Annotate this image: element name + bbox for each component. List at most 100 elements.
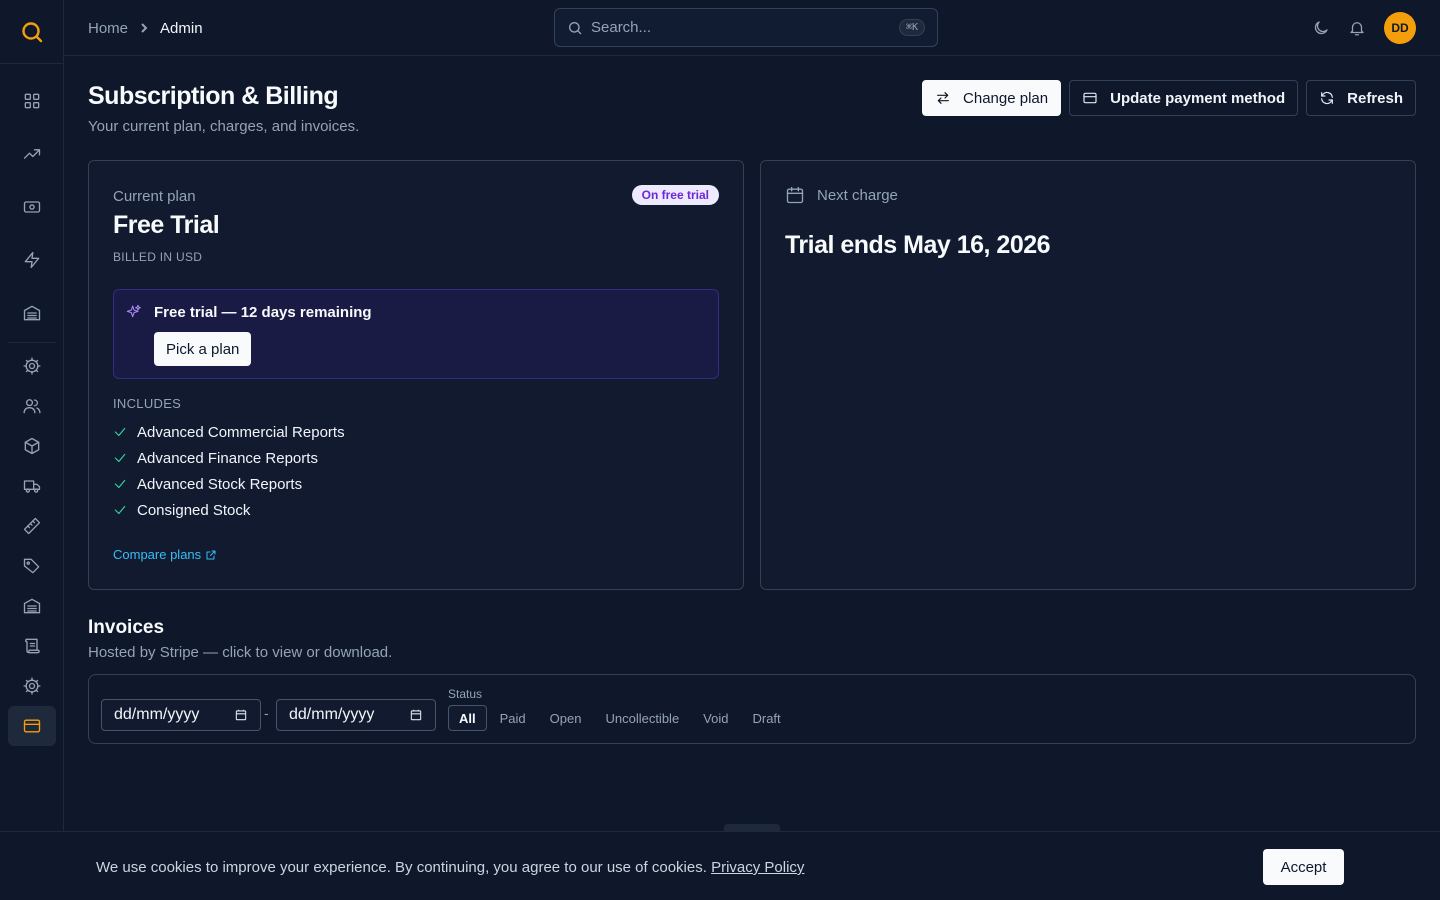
check-icon — [114, 453, 126, 463]
date-from-input[interactable]: dd/mm/yyyy — [101, 699, 261, 731]
avatar[interactable]: DD — [1384, 12, 1416, 44]
sidebar-item-shipping[interactable] — [8, 466, 56, 506]
invoices-subtitle: Hosted by Stripe — click to view or down… — [88, 644, 393, 661]
calendar-icon — [786, 186, 804, 204]
ruler-icon — [23, 517, 41, 535]
check-icon — [114, 427, 126, 437]
topbar-actions: DD — [1312, 0, 1416, 56]
sidebar-item-automation[interactable] — [8, 233, 56, 286]
sidebar — [0, 0, 64, 900]
refresh-button[interactable]: Refresh — [1306, 80, 1416, 116]
sidebar-item-products[interactable] — [8, 426, 56, 466]
gear-icon — [23, 357, 41, 375]
trial-notice: Free trial — 12 days remaining Pick a pl… — [113, 289, 719, 379]
feature-label: Consigned Stock — [137, 501, 251, 519]
privacy-policy-link[interactable]: Privacy Policy — [711, 859, 804, 876]
list-item: Advanced Finance Reports — [113, 445, 345, 471]
sidebar-item-measurements[interactable] — [8, 506, 56, 546]
list-item: Advanced Stock Reports — [113, 471, 345, 497]
trial-remaining-text: Free trial — 12 days remaining — [154, 304, 372, 321]
invoice-filters: dd/mm/yyyy - dd/mm/yyyy Status All Paid … — [88, 674, 1416, 744]
cookie-text: We use cookies to improve your experienc… — [96, 859, 707, 876]
calendar-icon[interactable] — [234, 708, 248, 722]
credit-card-icon — [23, 719, 41, 733]
refresh-label: Refresh — [1347, 89, 1403, 107]
ledger-icon — [25, 638, 40, 654]
current-plan-card: Current plan On free trial Free Trial BI… — [88, 160, 744, 590]
update-payment-method-button[interactable]: Update payment method — [1069, 80, 1299, 116]
users-icon — [23, 399, 41, 414]
sidebar-item-admin-settings[interactable] — [8, 666, 56, 706]
pick-a-plan-button[interactable]: Pick a plan — [154, 332, 252, 366]
warehouse-icon — [23, 598, 41, 614]
feature-list: Advanced Commercial Reports Advanced Fin… — [113, 419, 345, 523]
status-filter-label: Status — [448, 687, 483, 701]
refresh-icon — [1321, 91, 1334, 105]
compare-plans-link[interactable]: Compare plans — [113, 547, 217, 562]
list-item: Advanced Commercial Reports — [113, 419, 345, 445]
check-icon — [114, 479, 126, 489]
status-tab-paid[interactable]: Paid — [489, 705, 537, 731]
search-logo-icon — [22, 21, 43, 42]
sidebar-item-finance[interactable] — [8, 180, 56, 233]
sidebar-item-pricing[interactable] — [8, 546, 56, 586]
swap-arrows-icon — [937, 92, 949, 104]
date-range-separator: - — [264, 705, 269, 721]
sidebar-divider — [8, 342, 56, 343]
gear-icon — [23, 677, 41, 695]
change-plan-button[interactable]: Change plan — [922, 80, 1062, 116]
status-tab-void[interactable]: Void — [692, 705, 739, 731]
breadcrumb: Home Admin — [88, 0, 203, 56]
calendar-icon[interactable] — [409, 708, 423, 722]
cash-icon — [23, 200, 41, 213]
moon-icon[interactable] — [1312, 19, 1330, 37]
sidebar-item-users[interactable] — [8, 386, 56, 426]
breadcrumb-current: Admin — [160, 19, 203, 37]
search-input[interactable] — [591, 19, 891, 36]
feature-label: Advanced Commercial Reports — [137, 423, 345, 441]
external-link-icon — [206, 550, 216, 559]
topbar: Home Admin ⌘K DD — [64, 0, 1440, 56]
breadcrumb-home-link[interactable]: Home — [88, 20, 128, 37]
search-shortcut-badge: ⌘K — [898, 19, 925, 36]
date-from-placeholder: dd/mm/yyyy — [114, 706, 200, 723]
sidebar-item-inventory[interactable] — [8, 586, 56, 626]
trending-up-icon — [23, 148, 41, 159]
compare-plans-label: Compare plans — [113, 547, 202, 562]
current-plan-label: Current plan — [113, 188, 196, 205]
lightning-icon — [24, 251, 40, 268]
status-tab-all[interactable]: All — [448, 705, 487, 731]
status-tab-uncollectible[interactable]: Uncollectible — [594, 705, 690, 731]
next-charge-value: Trial ends May 16, 2026 — [785, 231, 1051, 259]
accept-cookies-button[interactable]: Accept — [1263, 849, 1344, 885]
includes-label: INCLUDES — [113, 396, 182, 411]
invoices-title: Invoices — [88, 617, 165, 638]
logo[interactable] — [0, 0, 64, 64]
status-tab-open[interactable]: Open — [539, 705, 593, 731]
status-tab-draft[interactable]: Draft — [741, 705, 791, 731]
truck-icon — [23, 480, 41, 493]
box-icon — [24, 437, 40, 455]
page-actions: Change plan Update payment method Refres… — [922, 80, 1416, 116]
sidebar-item-ledger[interactable] — [8, 626, 56, 666]
next-charge-card: Next charge Trial ends May 16, 2026 — [760, 160, 1416, 590]
bell-icon[interactable] — [1348, 19, 1366, 37]
feature-label: Advanced Finance Reports — [137, 449, 318, 467]
sidebar-item-dashboard[interactable] — [8, 74, 56, 127]
sidebar-item-warehouse[interactable] — [8, 286, 56, 339]
cookie-banner: We use cookies to improve your experienc… — [0, 831, 1440, 900]
next-charge-label: Next charge — [817, 186, 898, 204]
plan-name: Free Trial — [113, 211, 220, 239]
sidebar-item-settings[interactable] — [8, 346, 56, 386]
date-to-input[interactable]: dd/mm/yyyy — [276, 699, 436, 731]
feature-label: Advanced Stock Reports — [137, 475, 303, 493]
change-plan-label: Change plan — [963, 89, 1049, 107]
next-charge-header: Next charge — [785, 185, 898, 205]
sidebar-item-analytics[interactable] — [8, 127, 56, 180]
warehouse-icon — [23, 305, 41, 320]
update-payment-label: Update payment method — [1110, 89, 1286, 107]
date-to-placeholder: dd/mm/yyyy — [289, 706, 375, 723]
search-bar[interactable]: ⌘K — [554, 8, 938, 47]
tag-icon — [23, 558, 40, 574]
sidebar-item-billing[interactable] — [8, 706, 56, 746]
